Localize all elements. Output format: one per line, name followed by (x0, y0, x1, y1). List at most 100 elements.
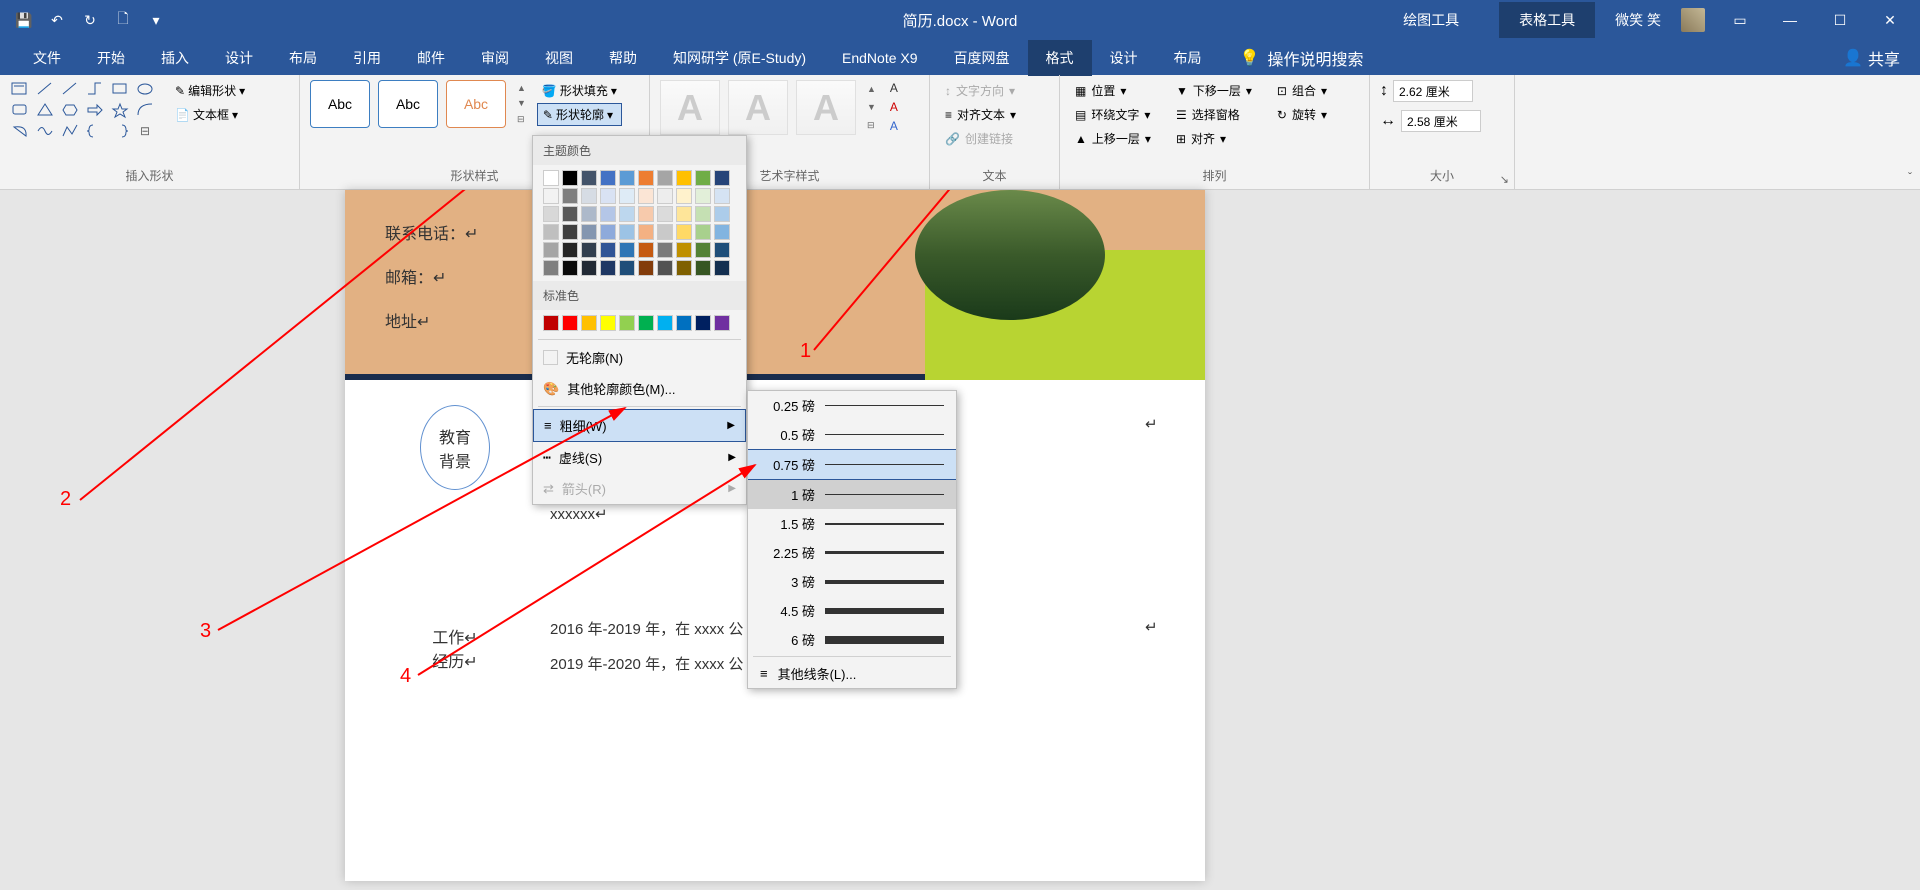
dashes-item[interactable]: ┅虚线(S)▶ (533, 442, 746, 473)
tab-mailings[interactable]: 邮件 (399, 40, 463, 76)
color-swatch[interactable] (676, 242, 692, 258)
color-swatch[interactable] (619, 170, 635, 186)
weight-option[interactable]: 1 磅 (748, 480, 956, 509)
color-swatch[interactable] (638, 315, 654, 331)
bring-forward-button[interactable]: ▲上移一层 ▾ (1070, 128, 1156, 149)
create-link-button[interactable]: 🔗创建链接 (940, 128, 1049, 149)
shape-line2-icon[interactable] (60, 80, 80, 98)
color-swatch[interactable] (619, 224, 635, 240)
tab-review[interactable]: 审阅 (463, 40, 527, 76)
color-swatch[interactable] (543, 206, 559, 222)
wordart-preset-1[interactable]: A (660, 80, 720, 135)
more-lines-item[interactable]: ≡其他线条(L)... (748, 659, 956, 688)
maximize-icon[interactable]: ☐ (1825, 10, 1855, 30)
collapse-ribbon-icon[interactable]: ˇ (1908, 170, 1912, 184)
shape-textbox-icon[interactable] (10, 80, 30, 98)
color-swatch[interactable] (543, 188, 559, 204)
wordart-preset-3[interactable]: A (796, 80, 856, 135)
color-swatch[interactable] (714, 242, 730, 258)
weight-option[interactable]: 0.5 磅 (748, 420, 956, 449)
shape-gallery[interactable]: ⊟ (10, 80, 157, 140)
tab-format-drawing[interactable]: 格式 (1028, 40, 1092, 76)
color-swatch[interactable] (657, 206, 673, 222)
shape-brace-icon[interactable] (85, 122, 105, 140)
color-swatch[interactable] (600, 260, 616, 276)
shape-curve-icon[interactable] (35, 122, 55, 140)
color-swatch[interactable] (600, 170, 616, 186)
text-outline-icon[interactable]: A (884, 99, 904, 115)
more-colors-item[interactable]: 🎨其他轮廓颜色(M)... (533, 373, 746, 404)
color-swatch[interactable] (543, 170, 559, 186)
color-swatch[interactable] (562, 224, 578, 240)
weight-item[interactable]: ≡粗细(W)▶ (533, 409, 746, 442)
color-swatch[interactable] (562, 188, 578, 204)
align-text-button[interactable]: ≡对齐文本 ▾ (940, 104, 1049, 125)
text-effects-icon[interactable]: A (884, 118, 904, 134)
color-swatch[interactable] (714, 170, 730, 186)
group-button[interactable]: ⊡组合 ▾ (1272, 80, 1332, 101)
no-outline-item[interactable]: 无轮廓(N) (533, 342, 746, 373)
color-swatch[interactable] (543, 242, 559, 258)
ribbon-options-icon[interactable]: ▭ (1725, 10, 1755, 30)
tab-references[interactable]: 引用 (335, 40, 399, 76)
color-swatch[interactable] (562, 260, 578, 276)
color-swatch[interactable] (695, 188, 711, 204)
color-swatch[interactable] (657, 188, 673, 204)
color-swatch[interactable] (543, 315, 559, 331)
shape-brace2-icon[interactable] (110, 122, 130, 140)
shape-oval-icon[interactable] (135, 80, 155, 98)
weight-option[interactable]: 0.25 磅 (748, 391, 956, 420)
tab-design[interactable]: 设计 (207, 40, 271, 76)
color-swatch[interactable] (619, 206, 635, 222)
color-swatch[interactable] (600, 242, 616, 258)
shape-roundrect-icon[interactable] (10, 101, 30, 119)
color-swatch[interactable] (714, 260, 730, 276)
color-swatch[interactable] (676, 170, 692, 186)
shape-line-icon[interactable] (35, 80, 55, 98)
weight-option[interactable]: 3 磅 (748, 567, 956, 596)
color-swatch[interactable] (619, 188, 635, 204)
weight-option[interactable]: 1.5 磅 (748, 509, 956, 538)
user-avatar[interactable] (1681, 8, 1705, 32)
color-swatch[interactable] (600, 315, 616, 331)
color-swatch[interactable] (581, 242, 597, 258)
color-swatch[interactable] (600, 188, 616, 204)
color-swatch[interactable] (638, 170, 654, 186)
shape-arrow-icon[interactable] (85, 101, 105, 119)
tab-layout[interactable]: 布局 (271, 40, 335, 76)
color-swatch[interactable] (619, 260, 635, 276)
weight-option[interactable]: 0.75 磅 (748, 449, 956, 480)
close-icon[interactable]: ✕ (1875, 10, 1905, 30)
shape-connector-icon[interactable] (85, 80, 105, 98)
style-preset-1[interactable]: Abc (310, 80, 370, 128)
color-swatch[interactable] (581, 260, 597, 276)
color-swatch[interactable] (714, 188, 730, 204)
color-swatch[interactable] (695, 224, 711, 240)
wordart-preset-2[interactable]: A (728, 80, 788, 135)
redo-icon[interactable]: ↻ (81, 11, 99, 29)
save-icon[interactable]: 💾 (15, 11, 33, 29)
color-swatch[interactable] (714, 315, 730, 331)
color-swatch[interactable] (562, 242, 578, 258)
color-swatch[interactable] (657, 224, 673, 240)
color-swatch[interactable] (543, 224, 559, 240)
shape-star-icon[interactable] (110, 101, 130, 119)
shape-hexagon-icon[interactable] (60, 101, 80, 119)
undo-icon[interactable]: ↶ (48, 11, 66, 29)
color-swatch[interactable] (581, 206, 597, 222)
shape-fill-button[interactable]: 🪣形状填充 ▾ (537, 80, 622, 101)
color-swatch[interactable] (581, 170, 597, 186)
shape-more-icon[interactable]: ⊟ (135, 122, 155, 140)
tab-baidu[interactable]: 百度网盘 (936, 40, 1028, 76)
color-swatch[interactable] (562, 315, 578, 331)
color-swatch[interactable] (695, 315, 711, 331)
style-preset-3[interactable]: Abc (446, 80, 506, 128)
color-swatch[interactable] (714, 224, 730, 240)
color-swatch[interactable] (695, 170, 711, 186)
color-swatch[interactable] (657, 315, 673, 331)
color-swatch[interactable] (638, 206, 654, 222)
drawing-tools-tab[interactable]: 绘图工具 (1383, 2, 1479, 38)
tab-endnote[interactable]: EndNote X9 (824, 42, 936, 74)
tab-home[interactable]: 开始 (79, 40, 143, 76)
color-swatch[interactable] (657, 242, 673, 258)
